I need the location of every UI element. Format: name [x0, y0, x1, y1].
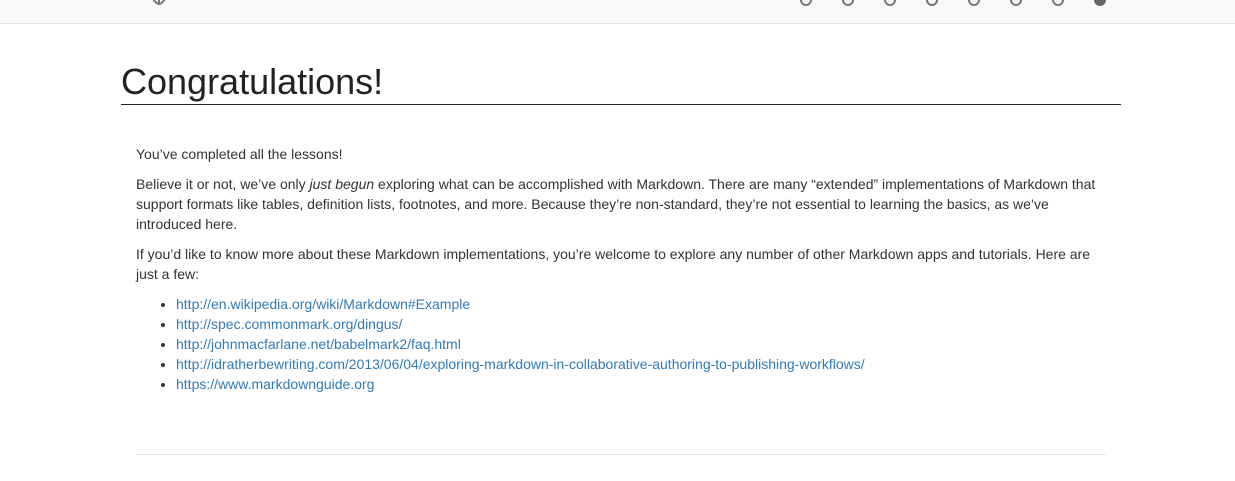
- lesson-dot-8-current[interactable]: [1094, 0, 1106, 6]
- emphasis-text: just begun: [309, 176, 375, 192]
- page-title: Congratulations!: [121, 60, 1121, 105]
- list-item: http://en.wikipedia.org/wiki/Markdown#Ex…: [176, 294, 1106, 314]
- list-item: https://www.markdownguide.org: [176, 374, 1106, 394]
- lesson-dot-6[interactable]: [1010, 0, 1022, 6]
- link-wikipedia[interactable]: http://en.wikipedia.org/wiki/Markdown#Ex…: [176, 296, 470, 312]
- list-item: http://johnmacfarlane.net/babelmark2/faq…: [176, 334, 1106, 354]
- markdown-logo-icon[interactable]: [149, 0, 169, 6]
- footer-divider: [136, 454, 1106, 455]
- lesson-dot-2[interactable]: [842, 0, 854, 6]
- lesson-dot-1[interactable]: [800, 0, 812, 6]
- resources-intro-paragraph: If you’d like to know more about these M…: [136, 246, 1091, 282]
- lesson-dot-4[interactable]: [926, 0, 938, 6]
- extended-markdown-paragraph: Believe it or not, we’ve only just begun…: [136, 176, 1096, 232]
- lesson-dot-7[interactable]: [1052, 0, 1064, 6]
- lesson-dot-3[interactable]: [884, 0, 896, 6]
- link-babelmark[interactable]: http://johnmacfarlane.net/babelmark2/faq…: [176, 336, 461, 352]
- list-item: http://idratherbewriting.com/2013/06/04/…: [176, 354, 1106, 374]
- link-idratherbewriting[interactable]: http://idratherbewriting.com/2013/06/04/…: [176, 356, 865, 372]
- link-commonmark[interactable]: http://spec.commonmark.org/dingus/: [176, 316, 402, 332]
- resource-links-list: http://en.wikipedia.org/wiki/Markdown#Ex…: [136, 294, 1106, 394]
- lesson-dot-5[interactable]: [968, 0, 980, 6]
- completion-paragraph: You’ve completed all the lessons!: [136, 146, 343, 162]
- lesson-content: You’ve completed all the lessons! Believ…: [136, 144, 1106, 394]
- link-markdownguide[interactable]: https://www.markdownguide.org: [176, 376, 374, 392]
- list-item: http://spec.commonmark.org/dingus/: [176, 314, 1106, 334]
- top-navbar: [0, 0, 1235, 24]
